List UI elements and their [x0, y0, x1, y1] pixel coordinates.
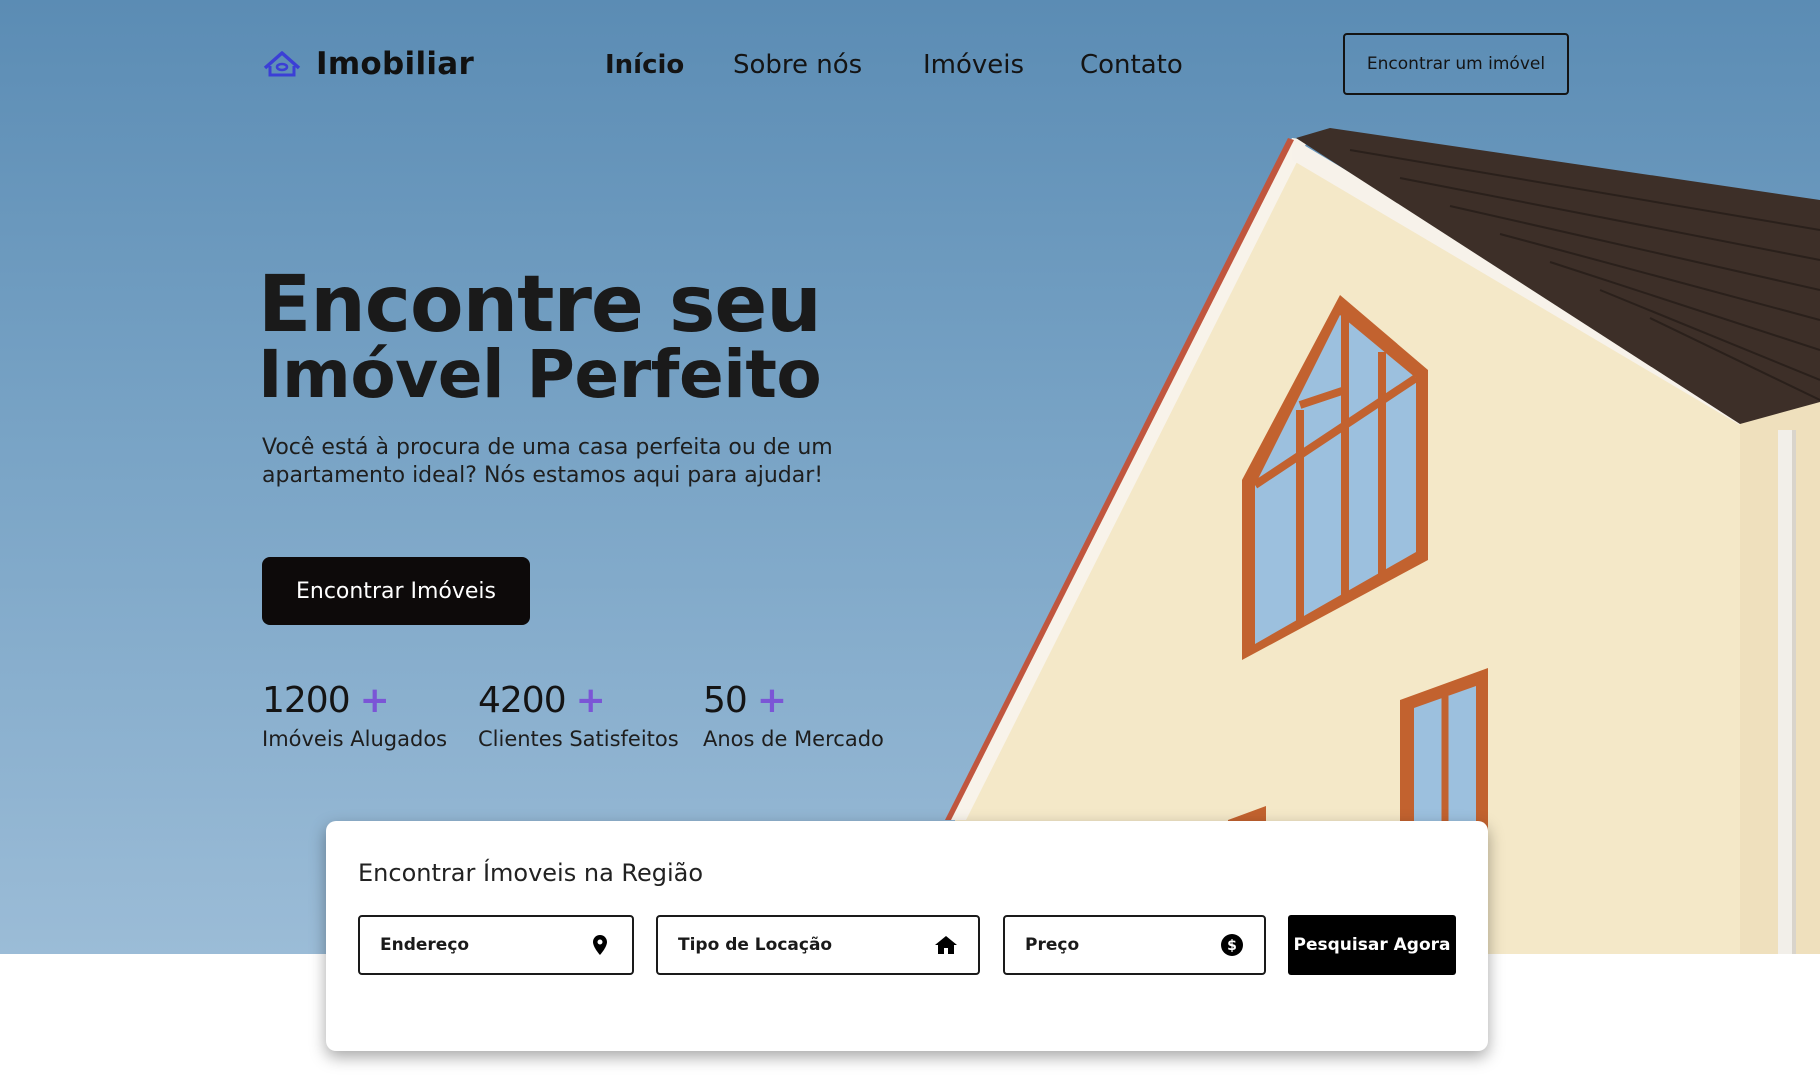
- nav-link-contato[interactable]: Contato: [1080, 50, 1183, 80]
- hero-title-line2: Imóvel Perfeito: [258, 336, 822, 413]
- search-now-button[interactable]: Pesquisar Agora: [1288, 915, 1456, 975]
- brand-logo[interactable]: Imobiliar: [262, 44, 474, 84]
- nav-link-imoveis[interactable]: Imóveis: [923, 50, 1024, 80]
- address-field[interactable]: Endereço: [358, 915, 634, 975]
- hero-title-line1: Encontre seu: [258, 260, 822, 350]
- map-pin-icon: [593, 935, 607, 955]
- stat-label: Clientes Satisfeitos: [478, 727, 679, 751]
- dollar-circle-icon: $: [1221, 934, 1243, 956]
- price-placeholder: Preço: [1025, 935, 1080, 955]
- plus-icon: +: [575, 680, 606, 721]
- brand-name: Imobiliar: [316, 46, 475, 82]
- plus-icon: +: [359, 680, 390, 721]
- stat-rented: 1200 + Imóveis Alugados: [262, 680, 447, 751]
- address-placeholder: Endereço: [380, 935, 470, 955]
- find-property-button[interactable]: Encontrar um imóvel: [1343, 33, 1569, 95]
- stat-value: 50: [703, 680, 748, 721]
- svg-text:$: $: [1227, 938, 1237, 954]
- rental-type-field[interactable]: Tipo de Locação: [656, 915, 980, 975]
- plus-icon: +: [756, 680, 787, 721]
- hero-section: Imobiliar Início Sobre nós Imóveis Conta…: [0, 0, 1820, 954]
- house-roof-icon: [263, 51, 301, 77]
- rental-type-placeholder: Tipo de Locação: [678, 935, 833, 955]
- nav-link-inicio[interactable]: Início: [605, 50, 684, 80]
- stat-value: 1200: [262, 680, 351, 721]
- stat-label: Anos de Mercado: [703, 727, 884, 751]
- stat-years: 50 + Anos de Mercado: [703, 680, 884, 751]
- stat-label: Imóveis Alugados: [262, 727, 448, 751]
- hero-title: Encontre seu Imóvel Perfeito: [258, 260, 822, 413]
- find-properties-button[interactable]: Encontrar Imóveis: [262, 557, 530, 625]
- hero-subtitle: Você está à procura de uma casa perfeita…: [262, 435, 833, 488]
- nav-link-sobre-nos[interactable]: Sobre nós: [733, 50, 862, 80]
- stat-value: 4200: [478, 680, 567, 721]
- stat-clients: 4200 + Clientes Satisfeitos: [478, 680, 679, 751]
- home-icon: [935, 936, 957, 954]
- price-field[interactable]: Preço $: [1003, 915, 1266, 975]
- search-card: Encontrar Ímoveis na Região Endereço Tip…: [326, 821, 1488, 1051]
- search-card-title: Encontrar Ímoveis na Região: [358, 859, 704, 887]
